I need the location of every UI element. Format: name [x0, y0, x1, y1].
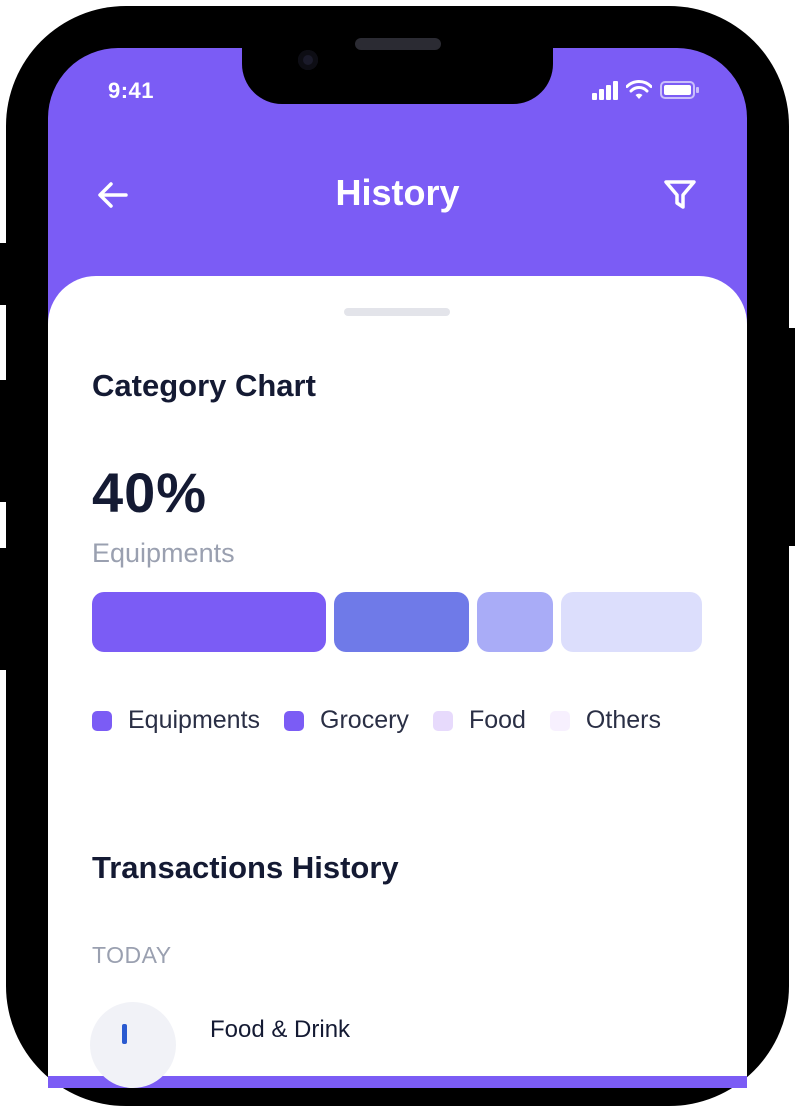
- wifi-icon: [626, 80, 652, 99]
- bar-segment-others[interactable]: [561, 592, 702, 652]
- legend-item-grocery: Grocery: [284, 706, 409, 735]
- transactions-title: Transactions History: [92, 850, 399, 885]
- legend-swatch: [432, 710, 453, 731]
- legend-label: Grocery: [320, 706, 409, 734]
- legend-item-food: Food: [432, 706, 526, 735]
- phone-camera: [298, 50, 318, 70]
- group-label-today: TODAY: [92, 942, 172, 968]
- chart-legend: Equipments Grocery Food Others: [92, 706, 661, 735]
- bar-segment-equipments[interactable]: [92, 592, 326, 652]
- sheet-drag-handle[interactable]: [344, 308, 450, 316]
- legend-label: Equipments: [128, 706, 261, 734]
- legend-item-equipments: Equipments: [92, 706, 260, 735]
- legend-label: Others: [585, 706, 661, 734]
- legend-swatch: [284, 710, 305, 731]
- status-time: 9:41: [108, 78, 155, 103]
- status-icons: [592, 80, 700, 100]
- highlight-label: Equipments: [92, 538, 235, 568]
- filter-icon[interactable]: [663, 178, 697, 217]
- content-sheet: Category Chart 40% Equipments Equipments…: [48, 276, 747, 1088]
- legend-label: Food: [468, 706, 526, 734]
- food-drink-icon: [122, 1024, 127, 1044]
- signal-icon: [592, 81, 618, 100]
- highlight-percent: 40%: [92, 461, 208, 524]
- transaction-avatar: [90, 1002, 176, 1088]
- transaction-title[interactable]: Food & Drink: [210, 1016, 350, 1044]
- battery-icon: [660, 81, 699, 99]
- bar-segment-grocery[interactable]: [334, 592, 469, 652]
- bar-segment-food[interactable]: [477, 592, 553, 652]
- legend-swatch: [92, 710, 112, 731]
- legend-item-others: Others: [549, 706, 661, 735]
- phone-speaker: [355, 38, 441, 50]
- legend-swatch: [549, 710, 570, 731]
- category-chart-title: Category Chart: [92, 368, 316, 403]
